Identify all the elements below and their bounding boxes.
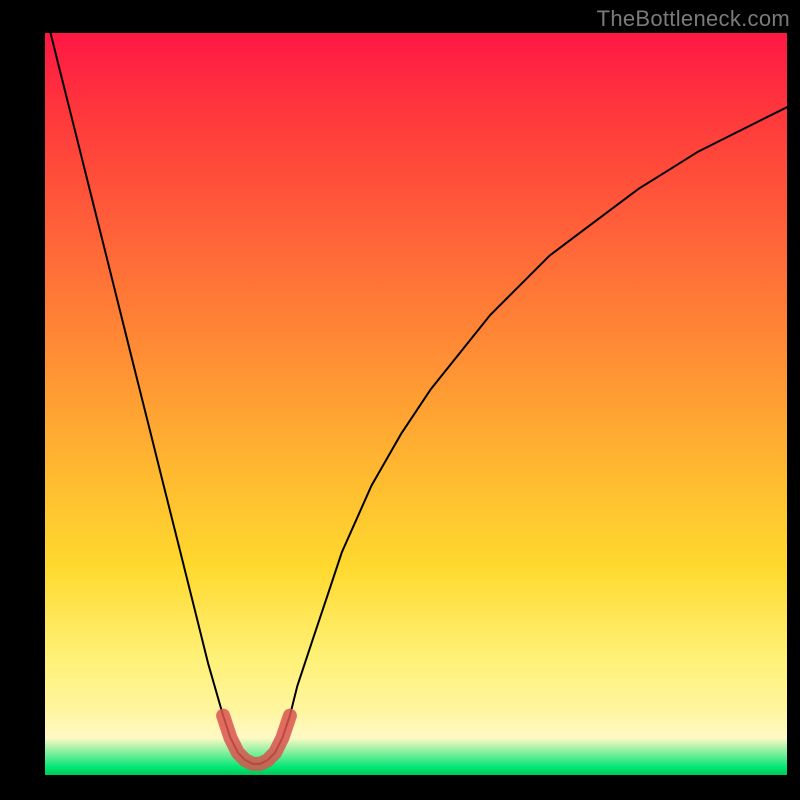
- chart-frame: TheBottleneck.com: [0, 0, 800, 800]
- highlight-path: [223, 716, 290, 764]
- plot-area: [45, 33, 787, 775]
- highlight-segment: [223, 716, 290, 764]
- bottleneck-curve: [45, 33, 787, 764]
- main-curve-path: [45, 33, 787, 764]
- curve-layer: [45, 33, 787, 775]
- watermark-text: TheBottleneck.com: [597, 6, 790, 32]
